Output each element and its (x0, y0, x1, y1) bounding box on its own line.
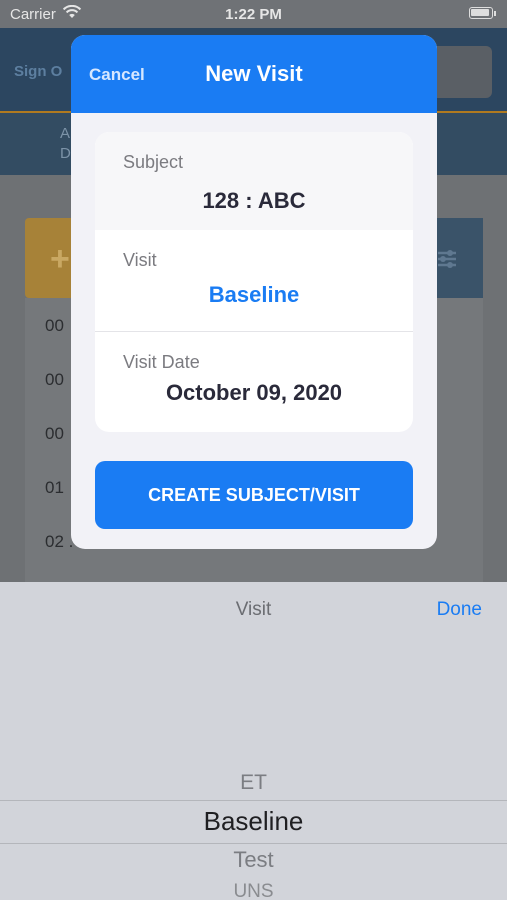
create-subject-visit-button[interactable]: CREATE SUBJECT/VISIT (95, 461, 413, 529)
picker-title: Visit (235, 599, 272, 620)
visit-section[interactable]: Visit Baseline (95, 230, 413, 332)
background-subheader-line2: D (60, 145, 71, 162)
visit-value[interactable]: Baseline (95, 282, 413, 308)
background-row: 02 . (45, 532, 74, 551)
visit-picker: Visit Done ET Baseline Test UNS (0, 582, 507, 900)
picker-option-selected[interactable]: Baseline (0, 806, 507, 837)
visit-details-card: Subject 128 : ABC Visit Baseline Visit D… (95, 132, 413, 432)
filter-icon (438, 250, 456, 268)
subject-label: Subject (123, 152, 184, 172)
background-row: 00 (45, 370, 64, 389)
background-row: 01 (45, 478, 64, 497)
new-visit-modal: Cancel New Visit Subject 128 : ABC Visit… (71, 35, 437, 549)
picker-option[interactable]: ET (0, 771, 507, 795)
status-bar: Carrier 1:22 PM (0, 0, 507, 28)
plus-icon: + (50, 240, 70, 278)
visit-date-label: Visit Date (123, 352, 200, 372)
background-row: 00 (45, 424, 64, 443)
background-row: 00 (45, 316, 64, 335)
subject-section: Subject 128 : ABC (95, 132, 413, 230)
status-time: 1:22 PM (225, 6, 282, 23)
modal-title: New Visit (205, 61, 303, 86)
battery-tip (494, 11, 496, 16)
background-sign-out: Sign O (14, 63, 63, 80)
picker-option[interactable]: UNS (0, 881, 507, 900)
visit-label: Visit (123, 250, 157, 270)
subject-value: 128 : ABC (202, 188, 306, 213)
picker-wheel[interactable]: ET Baseline Test UNS (0, 636, 507, 900)
visit-date-section[interactable]: Visit Date October 09, 2020 (95, 332, 413, 432)
background-subheader-line1: A (60, 125, 71, 142)
picker-toolbar: Visit Done (0, 582, 507, 636)
done-button[interactable]: Done (437, 599, 482, 621)
battery-icon (469, 7, 493, 19)
picker-option[interactable]: Test (0, 847, 507, 873)
visit-date-value[interactable]: October 09, 2020 (95, 380, 413, 406)
modal-header: Cancel New Visit (71, 35, 437, 113)
